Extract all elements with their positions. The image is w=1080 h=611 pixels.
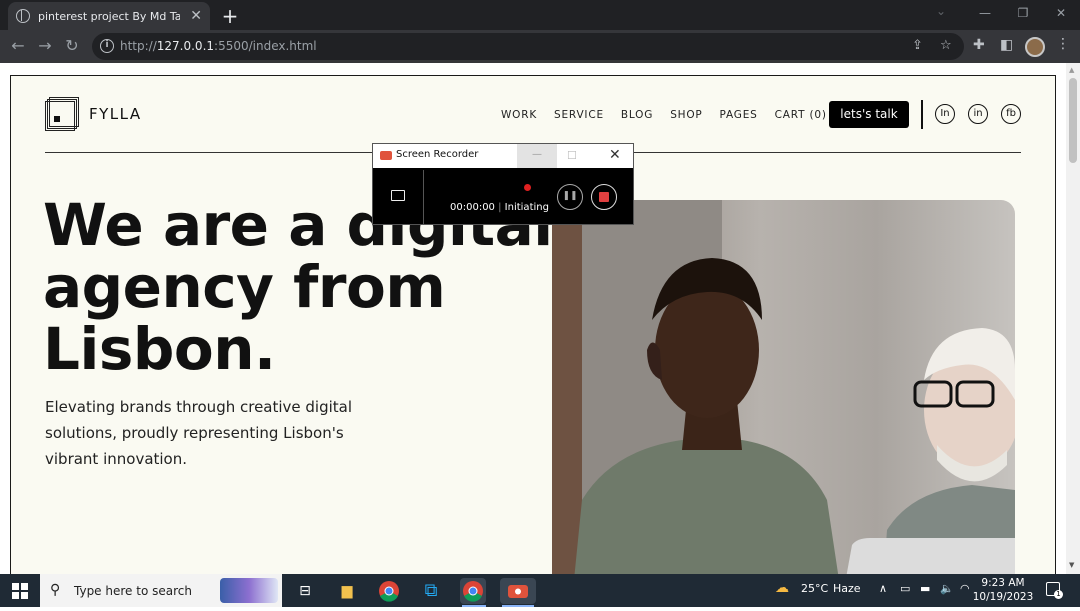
tab-title: pinterest project By Md Taufique	[38, 9, 181, 23]
weather-desc[interactable]: Haze	[833, 582, 861, 595]
header-divider	[921, 100, 923, 129]
hero-photo-illustration	[552, 200, 1015, 574]
weather-icon[interactable]: ☁	[775, 580, 789, 596]
close-tab-icon[interactable]: ✕	[190, 8, 202, 24]
headline-line: agency from	[43, 253, 446, 321]
subtext-line: vibrant innovation.	[45, 450, 188, 468]
maximize-button[interactable]: ❐	[1004, 0, 1042, 30]
nav-service[interactable]: SERVICE	[554, 109, 604, 121]
url-prefix: http://	[120, 39, 157, 53]
task-view-icon[interactable]: ⊟	[292, 578, 318, 604]
nav-pages[interactable]: PAGES	[720, 109, 758, 121]
recorder-time: 00:00:00	[450, 202, 495, 213]
address-bar[interactable]: i http://127.0.0.1:5500/index.html ⇪ ☆	[92, 33, 964, 60]
bookmark-star-icon[interactable]: ☆	[940, 38, 952, 53]
browser-toolbar: ← → ↻ i http://127.0.0.1:5500/index.html…	[0, 30, 1080, 63]
forward-button[interactable]: →	[35, 36, 55, 55]
recorder-separator: |	[498, 202, 502, 213]
nav-shop[interactable]: SHOP	[670, 109, 702, 121]
recorder-camera-icon	[380, 151, 392, 160]
logo-text: FYLLA	[89, 105, 142, 123]
scrollbar-thumb[interactable]	[1069, 78, 1077, 163]
screen-recorder-taskbar-icon[interactable]	[500, 578, 536, 604]
profile-avatar[interactable]	[1025, 37, 1045, 57]
globe-icon	[16, 9, 30, 23]
subtext-line: Elevating brands through creative digita…	[45, 398, 353, 416]
page-scrollbar[interactable]: ▲ ▼	[1066, 63, 1080, 574]
headline-line: Lisbon.	[43, 315, 276, 383]
stop-button[interactable]	[591, 184, 617, 210]
windows-taskbar: ⚲ Type here to search ⊟ ▆ ⧉ ☁ 25°C Haze …	[0, 574, 1080, 607]
recorder-title: Screen Recorder	[396, 149, 479, 160]
recorder-divider	[423, 170, 424, 224]
screen-recorder-window: Screen Recorder — ☐ ✕ 00:00:00 | Initiat…	[372, 143, 634, 225]
recording-indicator-icon	[524, 184, 531, 191]
search-highlight-image[interactable]	[220, 578, 278, 603]
clock-time: 9:23 AM	[981, 577, 1025, 589]
chrome-profile-icon[interactable]	[460, 578, 486, 604]
info-icon[interactable]: i	[100, 39, 114, 53]
device-icon[interactable]: ▭	[900, 582, 910, 595]
url-text[interactable]: http://127.0.0.1:5500/index.html	[120, 39, 317, 53]
minimize-button[interactable]: —	[966, 0, 1004, 30]
search-placeholder: Type here to search	[74, 584, 192, 598]
search-icon: ⚲	[50, 582, 61, 598]
recorder-status-text: Initiating	[504, 202, 549, 213]
reload-button[interactable]: ↻	[62, 36, 82, 55]
main-nav: WORK SERVICE BLOG SHOP PAGES CART (0)	[501, 109, 844, 121]
window-controls: — ❐ ✕	[966, 0, 1080, 30]
logo-mark-icon	[45, 97, 79, 131]
social-in-icon[interactable]: in	[968, 104, 988, 124]
tab-search-icon[interactable]: ⌄	[936, 4, 946, 18]
taskbar-search-box[interactable]: ⚲ Type here to search	[40, 574, 282, 607]
weather-temp[interactable]: 25°C	[801, 582, 828, 595]
recorder-status: 00:00:00 | Initiating	[450, 202, 549, 213]
file-explorer-icon[interactable]: ▆	[334, 578, 360, 604]
share-icon[interactable]: ⇪	[912, 38, 923, 53]
lets-talk-button[interactable]: lets's talk	[829, 101, 909, 128]
page-viewport: FYLLA WORK SERVICE BLOG SHOP PAGES CART …	[0, 63, 1080, 574]
social-linkedin-icon[interactable]: In	[935, 104, 955, 124]
site-logo[interactable]: FYLLA	[45, 97, 142, 131]
subtext-line: solutions, proudly representing Lisbon's	[45, 424, 344, 442]
recorder-maximize-button[interactable]: ☐	[567, 149, 577, 162]
close-window-button[interactable]: ✕	[1042, 0, 1080, 30]
hero-photo	[552, 200, 1015, 574]
recorder-close-button[interactable]: ✕	[609, 147, 621, 163]
notification-badge: 1	[1054, 590, 1063, 599]
scroll-up-arrow-icon[interactable]: ▲	[1069, 66, 1074, 74]
vscode-icon[interactable]: ⧉	[418, 578, 444, 604]
browser-tab-bar: pinterest project By Md Taufique ✕ + ⌄ —…	[0, 0, 1080, 30]
wifi-icon[interactable]: ◠	[960, 582, 970, 595]
nav-work[interactable]: WORK	[501, 109, 537, 121]
browser-menu-icon[interactable]: ⋮	[1056, 36, 1070, 52]
pause-button[interactable]: ❚❚	[557, 184, 583, 210]
url-path: :5500/index.html	[214, 39, 317, 53]
browser-tab[interactable]: pinterest project By Md Taufique ✕	[8, 2, 210, 30]
hero-subtext: Elevating brands through creative digita…	[45, 394, 385, 472]
chrome-icon[interactable]	[376, 578, 402, 604]
scroll-down-arrow-icon[interactable]: ▼	[1069, 561, 1074, 569]
nav-cart[interactable]: CART (0)	[775, 109, 827, 121]
url-host: 127.0.0.1	[156, 39, 215, 53]
recorder-minimize-button[interactable]: —	[517, 144, 557, 168]
folder-icon[interactable]	[391, 190, 405, 201]
new-tab-button[interactable]: +	[220, 4, 240, 28]
extensions-icon[interactable]: ✚	[973, 37, 985, 53]
side-panel-icon[interactable]: ◧	[1000, 37, 1013, 53]
nav-blog[interactable]: BLOG	[621, 109, 653, 121]
show-hidden-icons-chevron[interactable]: ∧	[879, 582, 887, 595]
notification-center-icon[interactable]: 1	[1046, 582, 1063, 599]
clock-date: 10/19/2023	[972, 591, 1034, 603]
social-facebook-icon[interactable]: fb	[1001, 104, 1021, 124]
windows-start-icon[interactable]	[12, 583, 28, 599]
battery-icon[interactable]: ▬	[920, 582, 930, 595]
back-button[interactable]: ←	[8, 36, 28, 55]
volume-icon[interactable]: 🔈	[940, 582, 954, 595]
taskbar-clock[interactable]: 9:23 AM 10/19/2023	[970, 576, 1036, 604]
recorder-titlebar[interactable]: Screen Recorder — ☐ ✕	[373, 144, 633, 168]
